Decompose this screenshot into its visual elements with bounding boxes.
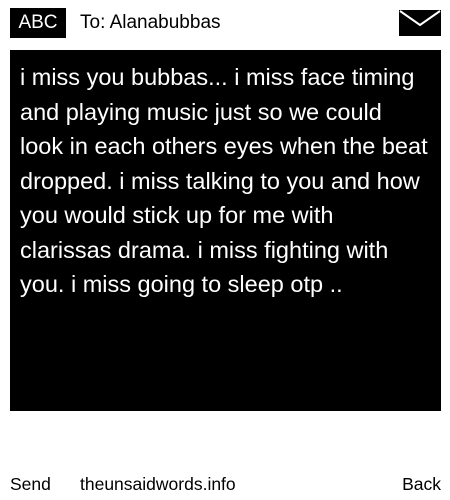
softkey-bar: Send theunsaidwords.info Back [0, 470, 450, 498]
message-text: i miss you bubbas... i miss face timing … [20, 64, 428, 297]
site-name: theunsaidwords.info [80, 474, 236, 494]
input-mode-badge[interactable]: ABC [10, 8, 66, 38]
send-button[interactable]: Send [10, 470, 51, 498]
message-header: ABC To: Alanabubbas [0, 0, 450, 46]
back-button[interactable]: Back [402, 470, 441, 498]
envelope-icon [399, 10, 441, 36]
recipient-line: To: Alanabubbas [80, 12, 221, 33]
message-body[interactable]: i miss you bubbas... i miss face timing … [10, 50, 441, 411]
